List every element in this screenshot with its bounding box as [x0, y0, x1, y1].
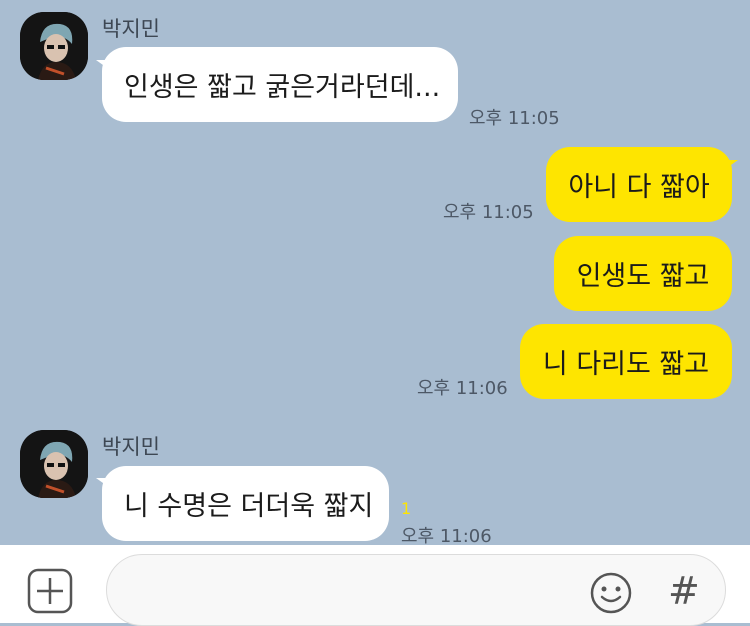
sender-name: 박지민 [102, 17, 160, 41]
emoji-button[interactable] [588, 570, 634, 616]
message-text: 아니 다 짧아 [568, 172, 710, 203]
plus-square-icon [27, 568, 73, 614]
smiley-icon [590, 572, 632, 614]
message-text: 니 수명은 더더욱 짧지 [124, 491, 374, 522]
message-time: 오후 11:06 [417, 378, 508, 399]
hashtag-button[interactable]: # [668, 567, 700, 615]
message-bubble-incoming[interactable]: 인생은 짧고 굵은거라던데... [102, 47, 458, 122]
sender-name: 박지민 [102, 435, 160, 459]
message-text: 니 다리도 짧고 [542, 349, 710, 380]
chat-area: 박지민 인생은 짧고 굵은거라던데... 오후 11:05 오후 11:05 아… [0, 0, 750, 547]
message-time: 오후 11:05 [443, 202, 534, 223]
avatar-photo-icon [20, 12, 88, 80]
message-text: 인생은 짧고 굵은거라던데... [124, 72, 441, 103]
message-bubble-outgoing[interactable]: 니 다리도 짧고 [520, 324, 732, 399]
message-bubble-incoming[interactable]: 니 수명은 더더욱 짧지 [102, 466, 389, 541]
message-time: 오후 11:05 [469, 108, 560, 129]
message-bubble-outgoing[interactable]: 인생도 짧고 [554, 236, 732, 311]
sender-avatar[interactable] [20, 430, 88, 498]
composer-bar: # [0, 545, 750, 626]
message-text: 인생도 짧고 [576, 261, 710, 292]
sender-avatar[interactable] [20, 12, 88, 80]
unread-count: 1 [401, 499, 412, 518]
avatar-photo-icon [20, 430, 88, 498]
attach-button[interactable] [27, 568, 73, 614]
message-bubble-outgoing[interactable]: 아니 다 짧아 [546, 147, 732, 222]
